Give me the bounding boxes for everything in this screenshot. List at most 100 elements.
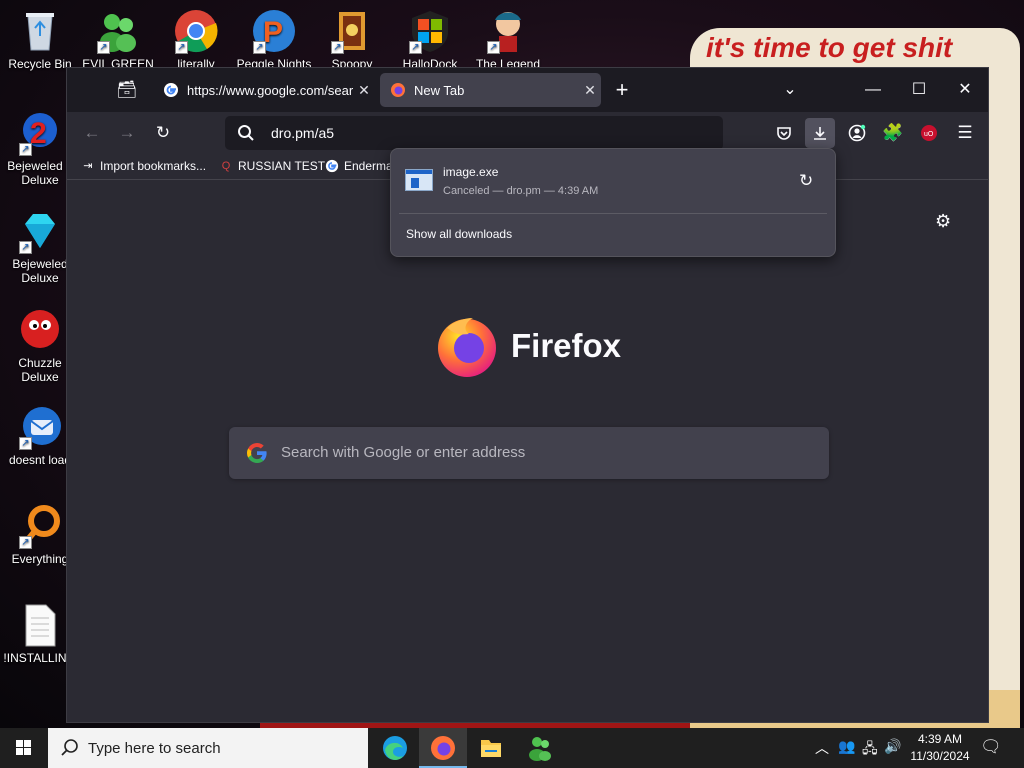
everything-search-icon: ↗ bbox=[17, 503, 63, 549]
recycle-bin-icon bbox=[17, 8, 63, 54]
green-people-icon: 👥 bbox=[838, 738, 856, 754]
gear-icon: ⚙ bbox=[935, 211, 952, 231]
forward-arrow-icon: → bbox=[118, 123, 136, 142]
downloads-panel: image.exe Canceled — dro.pm — 4:39 AM ↻ … bbox=[390, 148, 836, 257]
account-icon bbox=[848, 124, 866, 142]
retry-download-button[interactable]: ↻ bbox=[799, 171, 813, 191]
tab-title: New Tab bbox=[414, 82, 465, 98]
bookmark-russian-test[interactable]: Q RUSSIAN TEST bbox=[219, 159, 325, 173]
spooky-icon: ↗ bbox=[329, 8, 375, 54]
windows-start-icon bbox=[16, 740, 31, 755]
shortcut-arrow-icon: ↗ bbox=[175, 41, 188, 54]
tab-close-icon[interactable]: ✕ bbox=[353, 82, 375, 99]
taskbar: Type here to search ︿ 👥 🖧 🔊 4:39 AM 11/3… bbox=[0, 728, 1024, 768]
new-tab-page: ⚙ Firefox Search with Google or enter ad… bbox=[67, 181, 988, 722]
tab-google-search[interactable]: https://www.google.com/searc ✕ bbox=[153, 73, 375, 107]
thunderbird-icon: ↗ bbox=[17, 404, 63, 450]
google-icon bbox=[247, 443, 267, 464]
desktop-icon-literally[interactable]: ↗ literally bbox=[156, 8, 236, 71]
windows-logo-icon: ↗ bbox=[407, 8, 453, 54]
clock[interactable]: 4:39 AM 11/30/2024 bbox=[908, 731, 972, 765]
network-button[interactable]: 🖧 bbox=[862, 738, 878, 762]
firefox-logo-icon bbox=[438, 318, 496, 377]
retry-icon: ↻ bbox=[799, 171, 814, 190]
chrome-icon: ↗ bbox=[173, 8, 219, 54]
shortcut-arrow-icon: ↗ bbox=[19, 241, 32, 254]
download-file-name: image.exe bbox=[443, 165, 499, 179]
maximize-button[interactable]: ☐ bbox=[904, 76, 934, 104]
minimize-button[interactable]: — bbox=[858, 76, 888, 104]
start-button[interactable] bbox=[0, 728, 48, 768]
extensions-button[interactable]: 🧩 bbox=[878, 118, 908, 148]
hamburger-menu-icon: ☰ bbox=[957, 123, 973, 142]
desktop-icon-hallodock[interactable]: ↗ HalloDock bbox=[390, 8, 470, 71]
new-tab-search-box[interactable]: Search with Google or enter address bbox=[229, 427, 829, 479]
customize-settings-button[interactable]: ⚙ bbox=[935, 211, 951, 232]
puzzle-icon: 🧩 bbox=[882, 123, 904, 142]
url-text: dro.pm/a5 bbox=[271, 125, 335, 141]
list-all-tabs-button[interactable]: ⌄ bbox=[775, 76, 805, 104]
show-all-downloads-button[interactable]: Show all downloads bbox=[406, 227, 512, 241]
reload-button[interactable]: ↻ bbox=[148, 118, 178, 148]
downloads-button[interactable] bbox=[805, 118, 835, 148]
green-people-icon: ↗ bbox=[95, 8, 141, 54]
svg-text:P: P bbox=[263, 16, 283, 49]
desktop-icon-peggle-nights[interactable]: P ↗ Peggle Nights bbox=[234, 8, 314, 71]
menu-button[interactable]: ☰ bbox=[950, 118, 980, 148]
ublock-icon: uO bbox=[921, 125, 937, 141]
close-icon: ✕ bbox=[958, 81, 972, 98]
pocket-button[interactable] bbox=[769, 118, 799, 148]
desktop-icon-the-legend[interactable]: ↗ The Legend bbox=[468, 8, 548, 71]
chuzzle-icon bbox=[17, 307, 63, 353]
green-people-icon bbox=[529, 737, 551, 761]
wallpaper-text: it's time to get shit bbox=[706, 32, 953, 63]
file-explorer-icon bbox=[481, 740, 501, 757]
taskbar-search-placeholder: Type here to search bbox=[88, 740, 221, 757]
firefox-view-icon: 🗃 bbox=[116, 80, 138, 99]
shortcut-arrow-icon: ↗ bbox=[19, 536, 32, 549]
back-button[interactable]: ← bbox=[77, 118, 107, 148]
tab-title: https://www.google.com/searc bbox=[187, 82, 353, 98]
url-bar[interactable]: dro.pm/a5 bbox=[225, 116, 723, 150]
ublock-button[interactable]: uO bbox=[914, 118, 944, 148]
shortcut-arrow-icon: ↗ bbox=[331, 41, 344, 54]
bookmark-enderma[interactable]: Enderma bbox=[325, 159, 393, 173]
volume-button[interactable]: 🔊 bbox=[884, 738, 901, 755]
taskbar-green-people[interactable] bbox=[516, 728, 564, 768]
minimize-icon: — bbox=[865, 81, 881, 98]
notifications-button[interactable]: 🗨 bbox=[980, 737, 1002, 757]
taskbar-edge[interactable] bbox=[371, 728, 419, 768]
peggle-icon: P ↗ bbox=[251, 8, 297, 54]
download-icon bbox=[814, 127, 826, 140]
shortcut-arrow-icon: ↗ bbox=[97, 41, 110, 54]
desktop-icon-recycle-bin[interactable]: Recycle Bin bbox=[0, 8, 80, 71]
taskbar-firefox[interactable] bbox=[419, 728, 467, 768]
bookmark-import[interactable]: ⇥ Import bookmarks... bbox=[81, 159, 206, 173]
search-icon bbox=[238, 125, 254, 141]
desktop-icon-evil-green[interactable]: ↗ EVIL GREEN bbox=[78, 8, 158, 71]
import-icon: ⇥ bbox=[83, 160, 93, 172]
taskbar-search-box[interactable]: Type here to search bbox=[48, 728, 368, 768]
svg-text:uO: uO bbox=[924, 131, 934, 138]
show-hidden-icons-button[interactable]: ︿ bbox=[815, 738, 829, 758]
document-icon bbox=[17, 602, 63, 648]
clock-date: 11/30/2024 bbox=[910, 749, 970, 763]
tray-green-people[interactable]: 👥 bbox=[838, 738, 855, 755]
download-item[interactable]: image.exe Canceled — dro.pm — 4:39 AM ↻ bbox=[399, 157, 827, 207]
close-window-button[interactable]: ✕ bbox=[950, 76, 980, 104]
clock-time: 4:39 AM bbox=[917, 732, 963, 746]
taskbar-file-explorer[interactable] bbox=[467, 728, 515, 768]
shortcut-arrow-icon: ↗ bbox=[409, 41, 422, 54]
firefox-logo: Firefox bbox=[435, 314, 621, 378]
desktop-icon-spoopy[interactable]: ↗ Spoopy bbox=[312, 8, 392, 71]
tab-close-icon[interactable]: ✕ bbox=[579, 82, 601, 99]
account-button[interactable] bbox=[842, 118, 872, 148]
firefox-icon bbox=[391, 83, 405, 97]
tab-new-tab[interactable]: New Tab ✕ bbox=[380, 73, 601, 107]
gem-icon: ↗ bbox=[17, 208, 63, 254]
forward-button[interactable]: → bbox=[112, 118, 142, 148]
firefox-view-button[interactable]: 🗃 bbox=[112, 75, 142, 105]
new-tab-button[interactable]: + bbox=[607, 76, 637, 104]
tab-bar: 🗃 https://www.google.com/searc ✕ New Tab… bbox=[67, 68, 988, 112]
notification-icon: 🗨 bbox=[980, 737, 1002, 756]
